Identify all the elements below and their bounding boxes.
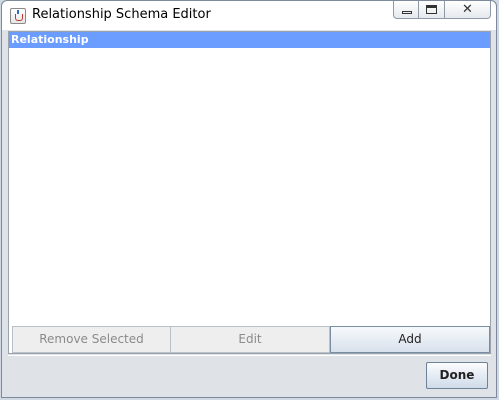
relationship-table[interactable]: Relationship [8, 31, 491, 354]
maximize-button[interactable] [419, 1, 445, 19]
dialog-window: Relationship Schema Editor ✕ Relationshi… [1, 0, 497, 398]
relationship-list-area[interactable] [9, 48, 490, 353]
close-icon: ✕ [462, 2, 473, 17]
title-bar[interactable]: Relationship Schema Editor ✕ [2, 1, 496, 30]
column-header-relationship[interactable]: Relationship [9, 32, 490, 48]
done-button[interactable]: Done [426, 362, 488, 389]
window-controls: ✕ [393, 1, 491, 21]
minimize-button[interactable] [393, 1, 419, 19]
add-button[interactable]: Add [330, 326, 490, 353]
minimize-icon [402, 11, 412, 14]
close-button[interactable]: ✕ [445, 1, 491, 19]
maximize-icon [426, 5, 437, 14]
action-button-bar: Remove Selected Edit Add [12, 326, 490, 354]
remove-selected-button[interactable]: Remove Selected [12, 326, 171, 353]
edit-button[interactable]: Edit [171, 326, 330, 353]
window-title: Relationship Schema Editor [32, 7, 211, 22]
java-app-icon[interactable] [10, 8, 26, 24]
separator [8, 355, 491, 356]
